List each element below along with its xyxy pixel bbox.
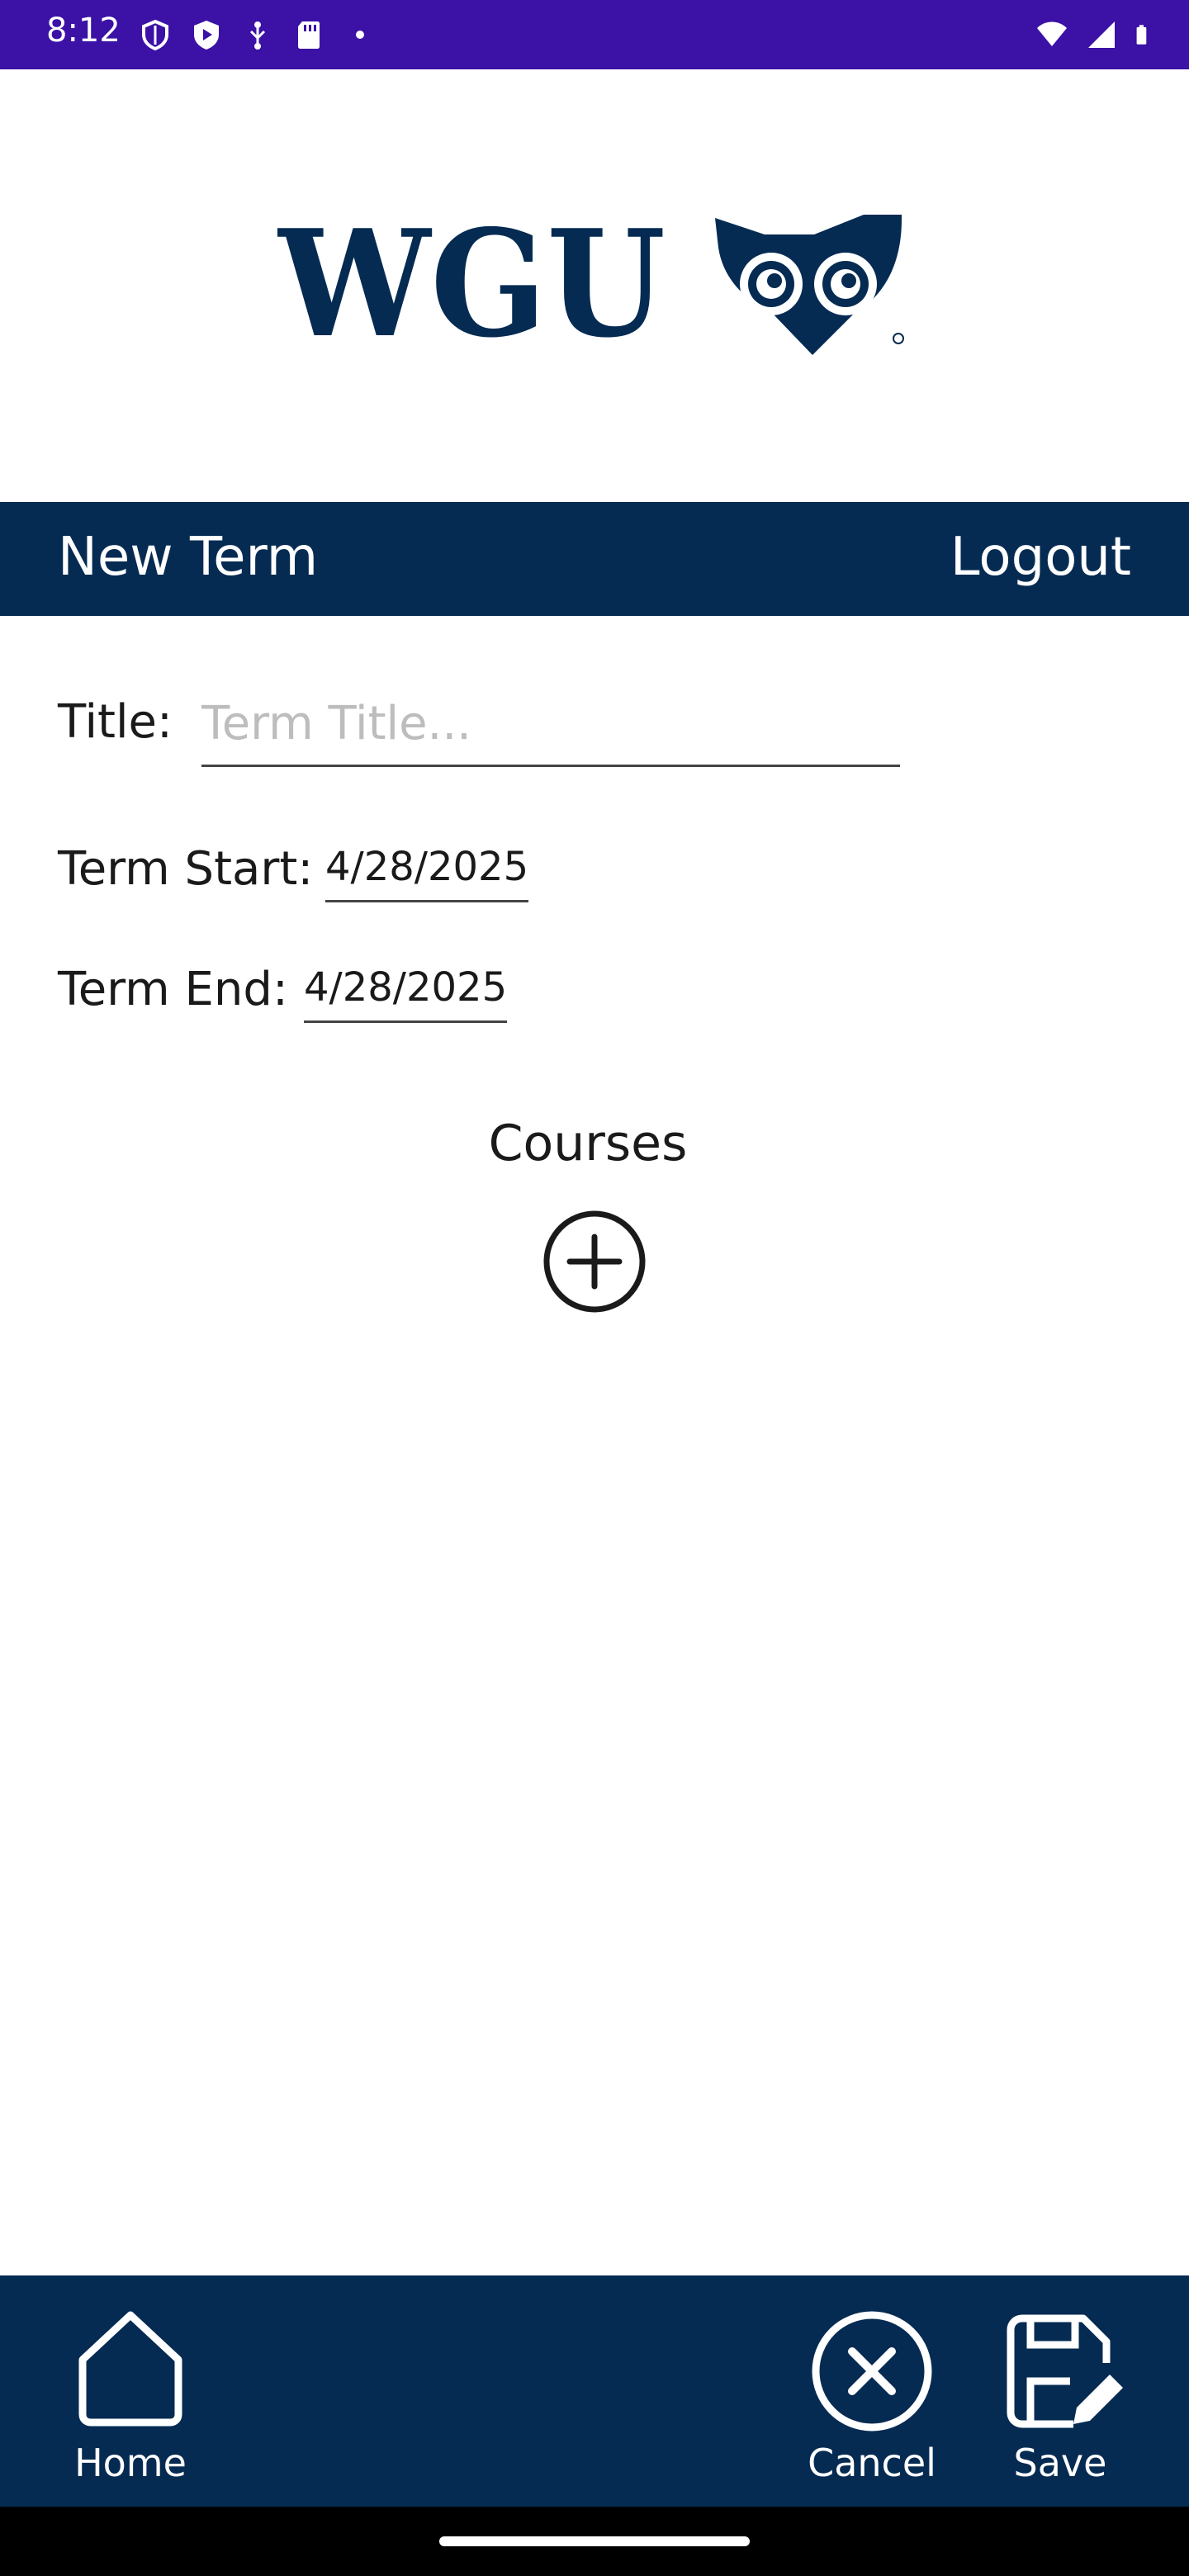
svg-text:WGU: WGU bbox=[277, 211, 666, 360]
save-button[interactable]: Save bbox=[994, 2275, 1126, 2507]
sd-card-icon bbox=[298, 21, 320, 49]
dot-icon bbox=[356, 31, 364, 39]
cancel-label: Cancel bbox=[808, 2441, 936, 2485]
title-label: Title: bbox=[58, 695, 173, 749]
header-bar: New Term Logout bbox=[0, 502, 1189, 616]
logout-button[interactable]: Logout bbox=[950, 527, 1131, 588]
shield-icon bbox=[142, 19, 168, 51]
home-icon bbox=[78, 2311, 182, 2427]
owl-icon bbox=[715, 215, 904, 355]
courses-heading: Courses bbox=[488, 1115, 688, 1172]
close-circle-icon bbox=[812, 2311, 932, 2432]
term-end-label: Term End: bbox=[58, 963, 288, 1016]
save-label: Save bbox=[1013, 2441, 1107, 2485]
term-title-input[interactable] bbox=[201, 682, 900, 767]
bottom-nav: Home Cancel Save bbox=[0, 2275, 1189, 2507]
status-time: 8:12 bbox=[46, 12, 121, 50]
usb-debug-icon bbox=[249, 21, 266, 50]
play-protect-icon bbox=[194, 21, 219, 50]
status-system-icons bbox=[1035, 12, 1156, 58]
wifi-icon bbox=[1037, 21, 1067, 46]
signal-icon bbox=[1088, 21, 1115, 48]
term-end-date-picker[interactable]: 4/28/2025 bbox=[304, 964, 507, 1023]
system-navigation-bar bbox=[0, 2507, 1189, 2576]
term-start-label: Term Start: bbox=[58, 842, 314, 896]
save-edit-icon bbox=[1007, 2314, 1123, 2428]
battery-icon bbox=[1136, 25, 1147, 45]
home-button[interactable]: Home bbox=[64, 2275, 197, 2507]
term-start-date-picker[interactable]: 4/28/2025 bbox=[325, 844, 528, 902]
gesture-handle[interactable] bbox=[439, 2536, 750, 2546]
page-title: New Term bbox=[58, 527, 319, 588]
plus-circle-icon bbox=[543, 1210, 646, 1313]
home-label: Home bbox=[74, 2441, 187, 2485]
status-bar: 8:12 bbox=[0, 0, 1189, 69]
wgu-logo: WGU bbox=[277, 211, 904, 360]
add-course-button[interactable] bbox=[540, 1207, 649, 1316]
cancel-button[interactable]: Cancel bbox=[806, 2275, 938, 2507]
status-notification-icons bbox=[139, 12, 377, 58]
